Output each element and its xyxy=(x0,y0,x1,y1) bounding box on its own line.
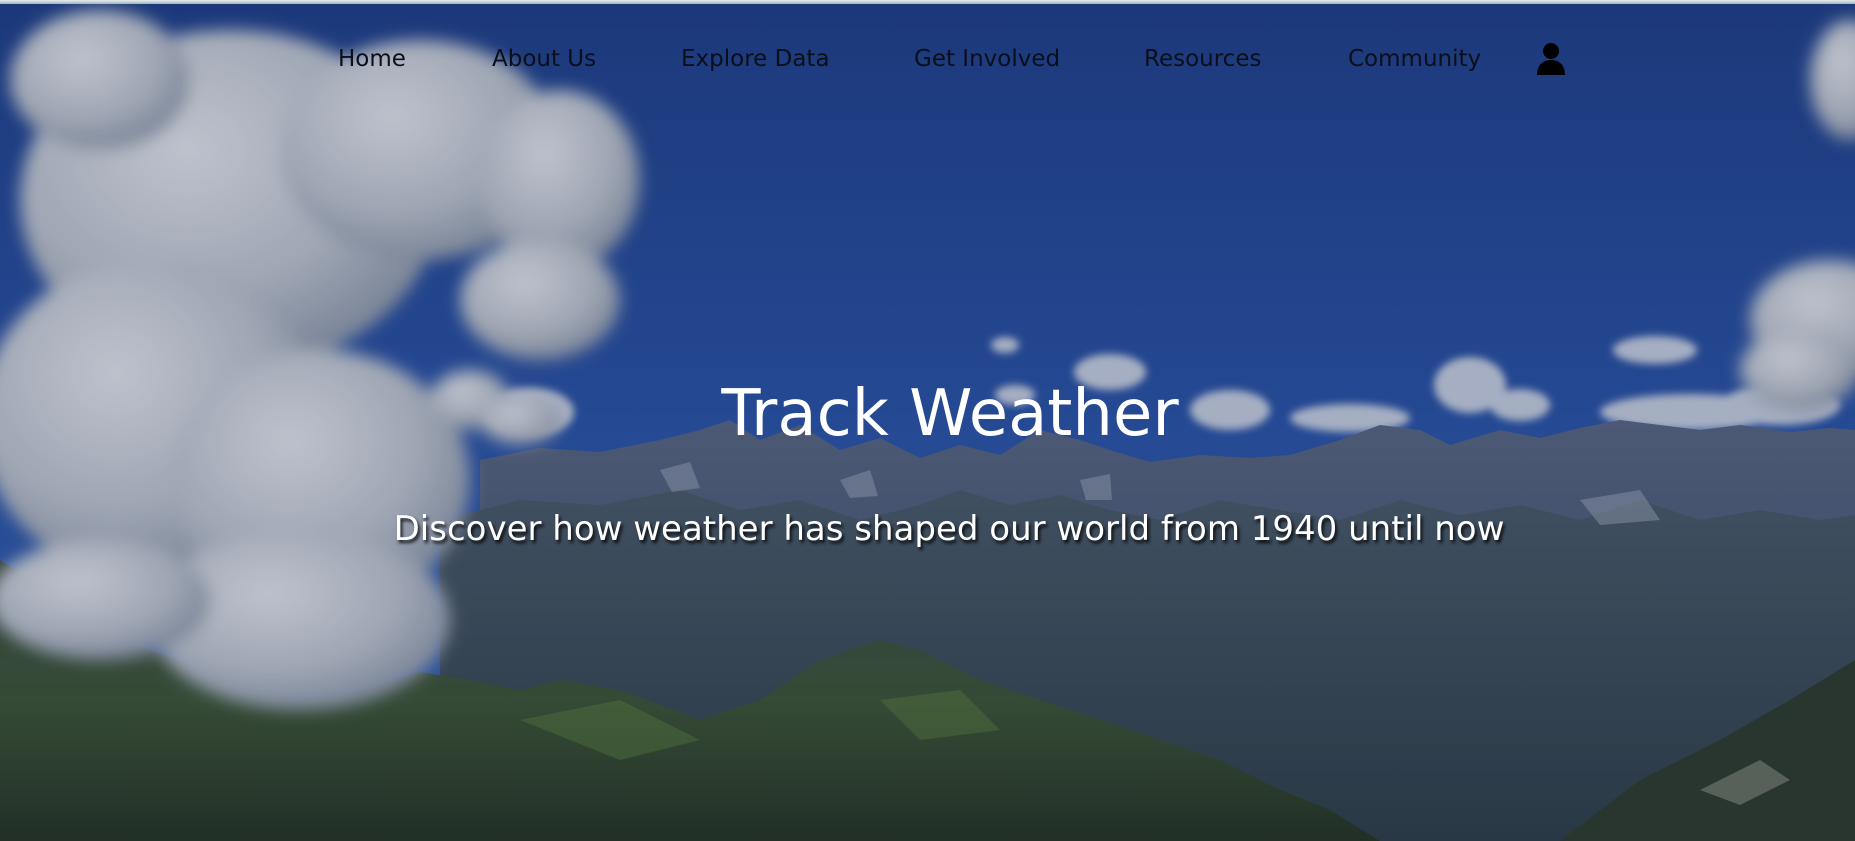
nav-home[interactable]: Home xyxy=(338,46,406,72)
nav-about-us[interactable]: About Us xyxy=(492,46,596,72)
nav-community[interactable]: Community xyxy=(1348,46,1481,72)
browser-top-edge xyxy=(0,0,1855,4)
nav-explore-data[interactable]: Explore Data xyxy=(681,46,830,72)
main-nav: Home About Us Explore Data Get Involved … xyxy=(0,42,1855,82)
hero-subtitle: Discover how weather has shaped our worl… xyxy=(393,509,1505,549)
user-icon[interactable] xyxy=(1536,42,1566,76)
hero-title: Track Weather xyxy=(721,377,1179,451)
hero-section: Home About Us Explore Data Get Involved … xyxy=(0,0,1855,841)
nav-get-involved[interactable]: Get Involved xyxy=(914,46,1060,72)
nav-resources[interactable]: Resources xyxy=(1144,46,1261,72)
